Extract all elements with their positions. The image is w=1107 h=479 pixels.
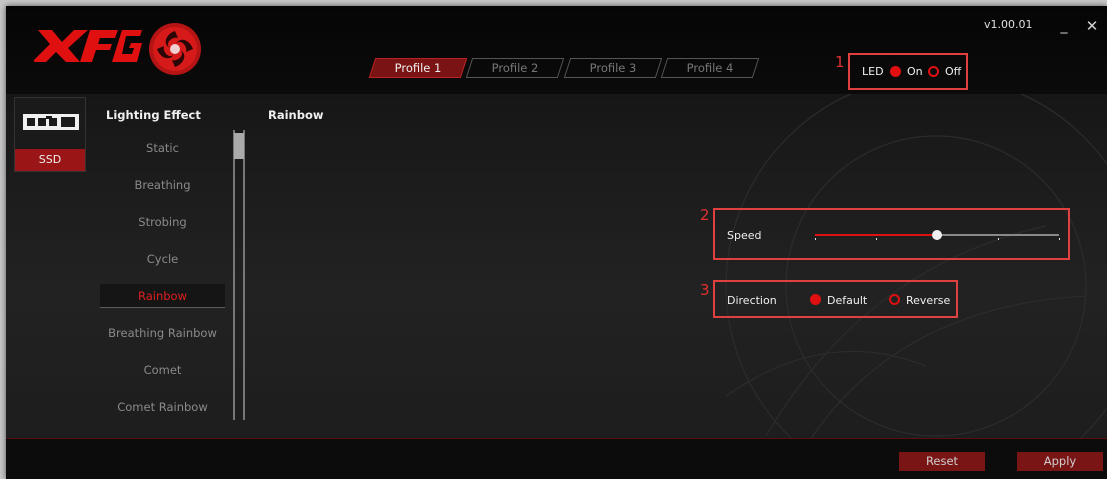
apply-button[interactable]: Apply — [1017, 452, 1103, 471]
led-toggle-group: LED On Off — [848, 53, 968, 90]
led-on-label: On — [907, 65, 923, 78]
version-label: v1.00.01 — [984, 18, 1033, 31]
effect-breathing-rainbow[interactable]: Breathing Rainbow — [100, 321, 225, 345]
ssd-icon — [23, 114, 79, 130]
speed-control-group: Speed — [713, 208, 1070, 260]
direction-control-group: Direction Default Reverse — [713, 280, 958, 318]
direction-default-label: Default — [827, 294, 868, 307]
tab-profile-3[interactable]: Profile 3 — [563, 58, 663, 78]
direction-default-radio[interactable] — [810, 294, 821, 305]
effects-scrollbar-thumb[interactable] — [234, 133, 244, 159]
direction-reverse-radio[interactable] — [889, 294, 900, 305]
effect-comet-rainbow[interactable]: Comet Rainbow — [100, 395, 225, 419]
device-ssd-tile[interactable]: SSD — [14, 97, 86, 172]
speed-slider-tick — [815, 238, 816, 240]
effect-panel-title: Rainbow — [268, 108, 324, 122]
callout-number: 1 — [835, 53, 845, 71]
app-window: v1.00.01 _ ✕ Profile 1 Profile 2 Profile… — [6, 6, 1107, 479]
speed-slider-tick — [998, 238, 999, 240]
callout-number: 3 — [700, 281, 710, 299]
minimize-button[interactable]: _ — [1054, 16, 1074, 36]
xpg-logo — [34, 30, 142, 62]
tab-label: Profile 4 — [686, 61, 734, 75]
speed-label: Speed — [727, 229, 762, 242]
speed-slider-tick — [1059, 238, 1060, 240]
tab-profile-4[interactable]: Profile 4 — [660, 58, 760, 78]
led-on-radio[interactable] — [890, 66, 901, 77]
speed-slider-thumb[interactable] — [932, 230, 942, 240]
tab-label: Profile 3 — [589, 61, 637, 75]
lighting-effect-heading: Lighting Effect — [106, 108, 201, 122]
effect-breathing[interactable]: Breathing — [100, 173, 225, 197]
reset-button[interactable]: Reset — [899, 452, 985, 471]
effect-cycle[interactable]: Cycle — [100, 247, 225, 271]
led-off-label: Off — [945, 65, 962, 78]
device-label: SSD — [15, 149, 85, 171]
xpg-emblem-icon — [149, 23, 201, 75]
effect-comet[interactable]: Comet — [100, 358, 225, 382]
tab-label: Profile 1 — [394, 61, 442, 75]
direction-label: Direction — [727, 294, 777, 307]
speed-slider-tick — [876, 238, 877, 240]
speed-slider[interactable] — [815, 230, 1060, 240]
effect-strobing[interactable]: Strobing — [100, 210, 225, 234]
effect-rainbow[interactable]: Rainbow — [100, 284, 225, 308]
tab-profile-2[interactable]: Profile 2 — [465, 58, 565, 78]
callout-number: 2 — [700, 206, 710, 224]
tab-profile-1[interactable]: Profile 1 — [368, 58, 468, 78]
led-label: LED — [862, 65, 884, 78]
direction-reverse-label: Reverse — [906, 294, 951, 307]
speed-slider-fill — [815, 234, 937, 236]
effects-scrollbar[interactable] — [233, 130, 245, 420]
close-button[interactable]: ✕ — [1082, 16, 1102, 36]
tab-label: Profile 2 — [491, 61, 539, 75]
led-off-radio[interactable] — [928, 66, 939, 77]
effect-static[interactable]: Static — [100, 136, 225, 160]
